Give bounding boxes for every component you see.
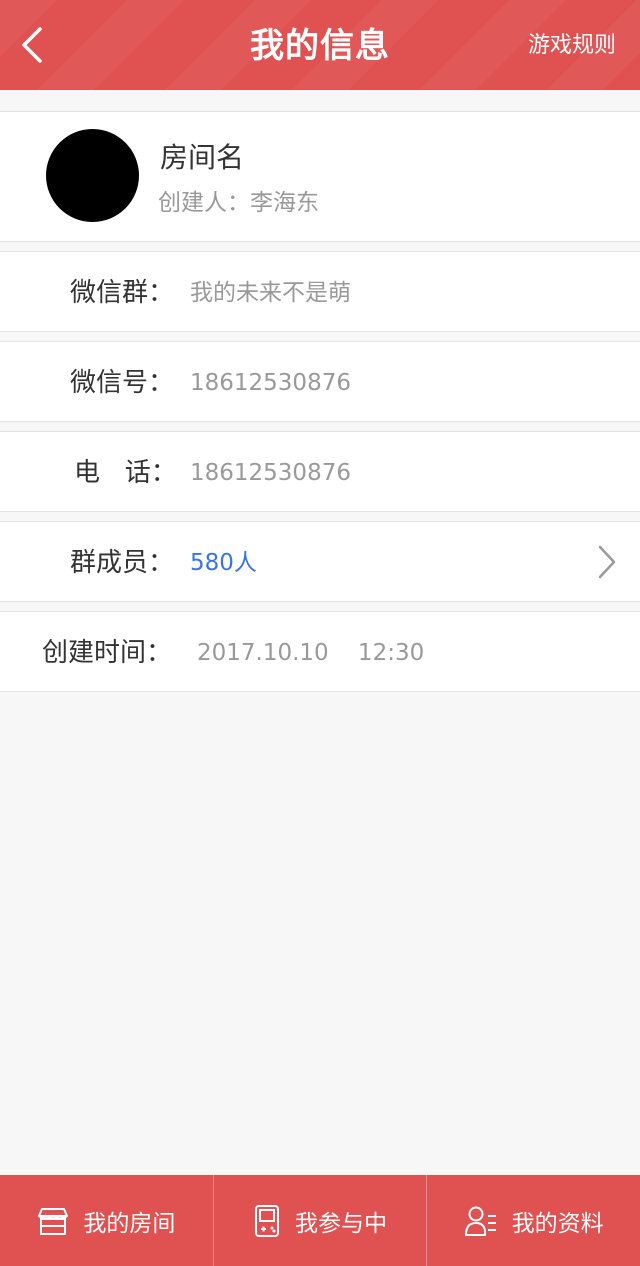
bottom-tab-bar: 我的房间 我参与中 我的资料 (0, 1175, 640, 1266)
wechat-id-row: 微信号： 18612530876 (0, 341, 640, 422)
tab-my-rooms-label: 我的房间 (83, 1210, 176, 1237)
phone-row: 电 话： 18612530876 (0, 431, 640, 512)
room-card: 房间名 创建人：李海东 (0, 111, 640, 242)
wechat-group-value: 我的未来不是萌 (190, 280, 351, 306)
wechat-id-value: 18612530876 (190, 370, 351, 396)
game-rules-link[interactable]: 游戏规则 (528, 0, 616, 90)
room-name: 房间名 (160, 141, 245, 174)
wechat-group-label: 微信群： (70, 278, 175, 308)
wechat-id-label: 微信号： (70, 368, 175, 398)
store-icon (37, 1205, 69, 1237)
top-bar: 我的信息 游戏规则 (0, 0, 640, 90)
chevron-right-icon[interactable] (592, 542, 622, 582)
tab-participating[interactable]: 我参与中 (214, 1175, 428, 1266)
created-time-value: 2017.10.10 12:30 (197, 640, 425, 666)
members-label: 群成员： (70, 548, 175, 578)
created-time-label: 创建时间： (42, 638, 173, 668)
members-count-link[interactable]: 580人 (190, 522, 257, 601)
avatar (46, 129, 139, 222)
gamepad-icon (253, 1204, 281, 1238)
phone-value: 18612530876 (190, 460, 351, 486)
tab-participating-label: 我参与中 (295, 1210, 387, 1237)
tab-my-rooms[interactable]: 我的房间 (0, 1175, 214, 1266)
tab-my-profile[interactable]: 我的资料 (427, 1175, 640, 1266)
members-row[interactable]: 群成员： 580人 (0, 521, 640, 602)
tab-my-profile-label: 我的资料 (511, 1210, 604, 1237)
wechat-group-row: 微信群： 我的未来不是萌 (0, 251, 640, 332)
user-profile-icon (464, 1204, 498, 1238)
created-time-row: 创建时间： 2017.10.10 12:30 (0, 611, 640, 692)
room-creator: 创建人：李海东 (158, 190, 319, 216)
phone-label: 电 话： (74, 458, 177, 488)
